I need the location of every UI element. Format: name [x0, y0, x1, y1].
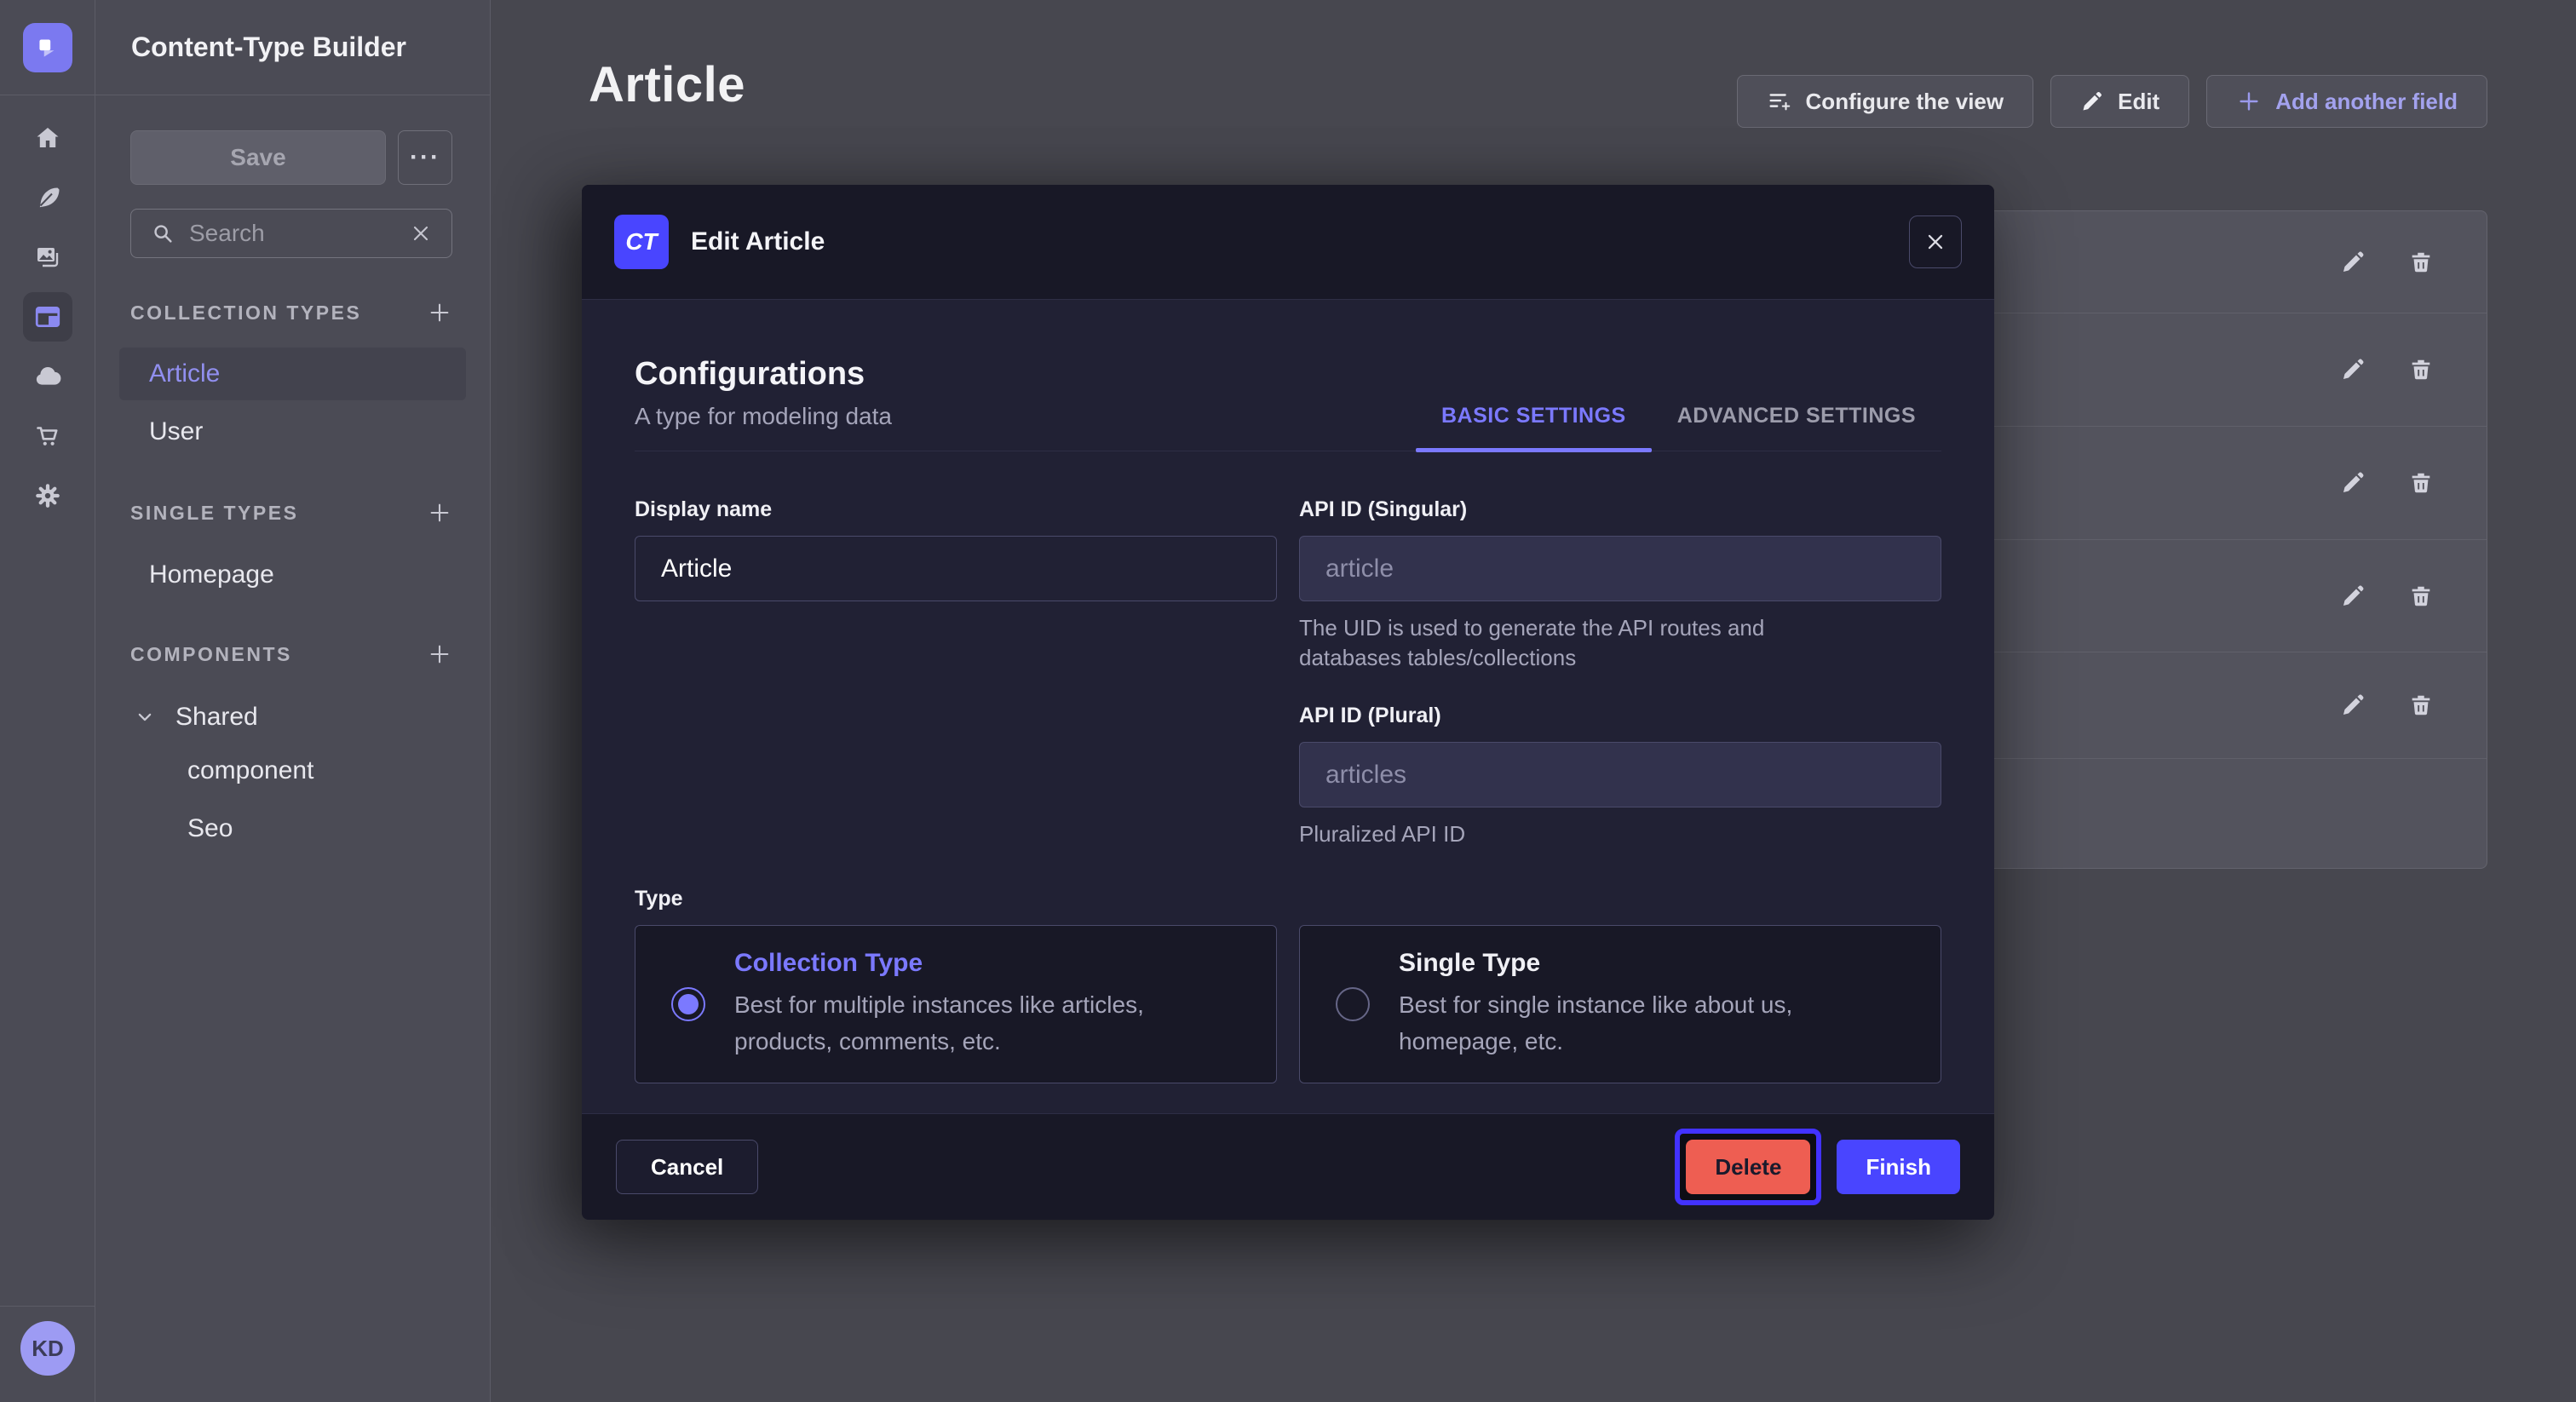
sidebar-item-component[interactable]: component: [119, 744, 466, 797]
close-icon: [1923, 229, 1948, 255]
add-another-field-button[interactable]: Add another field: [2206, 75, 2487, 128]
edit-field-pencil-icon[interactable]: [2338, 582, 2367, 611]
sidebar-group-shared-label: Shared: [175, 703, 258, 732]
tab-advanced-settings[interactable]: ADVANCED SETTINGS: [1652, 404, 1941, 451]
save-button[interactable]: Save: [130, 130, 386, 185]
sidebar-item-homepage[interactable]: Homepage: [119, 549, 466, 601]
delete-field-trash-icon[interactable]: [2406, 355, 2435, 384]
edit-field-pencil-icon[interactable]: [2338, 248, 2367, 277]
collection-type-card[interactable]: Collection Type Best for multiple instan…: [635, 925, 1277, 1083]
add-single-type-icon[interactable]: [427, 500, 452, 526]
app-logo-wrap: [0, 0, 95, 95]
sidebar-item-user[interactable]: User: [119, 405, 466, 458]
single-type-description: Best for single instance like about us, …: [1399, 986, 1876, 1060]
collection-types-heading: COLLECTION TYPES: [130, 302, 361, 325]
delete-field-trash-icon[interactable]: [2406, 248, 2435, 277]
content-type-badge: CT: [614, 215, 669, 269]
api-id-plural-label: API ID (Plural): [1299, 704, 1941, 728]
single-type-card[interactable]: Single Type Best for single instance lik…: [1299, 925, 1941, 1083]
more-options-button[interactable]: ···: [398, 130, 452, 185]
add-another-field-label: Add another field: [2275, 89, 2458, 115]
components-heading: COMPONENTS: [130, 643, 292, 666]
sidebar-group-shared[interactable]: Shared: [119, 691, 466, 744]
radio-unselected[interactable]: [1336, 987, 1370, 1021]
cancel-button[interactable]: Cancel: [616, 1140, 758, 1194]
pencil-icon: [2080, 89, 2104, 113]
type-label: Type: [635, 887, 1941, 911]
modal-footer: Cancel Delete Finish: [582, 1113, 1994, 1220]
single-types-heading: SINGLE TYPES: [130, 502, 298, 525]
clear-search-icon[interactable]: [409, 221, 433, 245]
collection-type-title: Collection Type: [734, 949, 1211, 978]
delete-field-trash-icon[interactable]: [2406, 582, 2435, 611]
nav-rail: KD: [0, 0, 95, 1402]
sidebar-item-seo[interactable]: Seo: [119, 802, 466, 855]
rail-divider: [0, 1306, 95, 1307]
page-title: Article: [589, 56, 745, 113]
chevron-down-icon: [133, 705, 157, 729]
single-type-title: Single Type: [1399, 949, 1876, 978]
settings-tabs: BASIC SETTINGS ADVANCED SETTINGS: [1416, 404, 1941, 451]
edit-button[interactable]: Edit: [2050, 75, 2189, 128]
delete-field-trash-icon[interactable]: [2406, 468, 2435, 497]
feather-icon: [23, 173, 72, 222]
nav-home[interactable]: [0, 108, 95, 168]
sidebar-item-article[interactable]: Article: [119, 348, 466, 400]
add-collection-type-icon[interactable]: [427, 300, 452, 325]
finish-button[interactable]: Finish: [1837, 1140, 1960, 1194]
nav-content-manager[interactable]: [0, 168, 95, 227]
sidebar-search: [130, 209, 452, 258]
nav-marketplace[interactable]: [0, 406, 95, 466]
search-icon: [150, 221, 175, 246]
configure-view-icon: [1767, 89, 1792, 114]
edit-label: Edit: [2118, 89, 2159, 115]
gear-icon: [23, 471, 72, 520]
strapi-logo-icon[interactable]: [23, 23, 72, 72]
configure-view-label: Configure the view: [1806, 89, 2004, 115]
nav-content-type-builder[interactable]: [0, 287, 95, 347]
delete-field-trash-icon[interactable]: [2406, 691, 2435, 720]
search-input[interactable]: [189, 220, 395, 247]
nav-media-library[interactable]: [0, 227, 95, 287]
edit-field-pencil-icon[interactable]: [2338, 468, 2367, 497]
configure-view-button[interactable]: Configure the view: [1737, 75, 2034, 128]
nav-deploy[interactable]: [0, 347, 95, 406]
media-icon: [23, 233, 72, 282]
cloud-icon: [23, 352, 72, 401]
delete-button[interactable]: Delete: [1686, 1140, 1810, 1194]
modal-header: CT Edit Article: [582, 185, 1994, 300]
add-component-icon[interactable]: [427, 641, 452, 667]
configurations-subtitle: A type for modeling data: [635, 403, 892, 430]
api-id-plural-input: [1299, 742, 1941, 807]
edit-field-pencil-icon[interactable]: [2338, 691, 2367, 720]
content-type-builder-icon: [23, 292, 72, 342]
sidebar-title: Content-Type Builder: [95, 0, 490, 95]
display-name-input[interactable]: [635, 536, 1277, 601]
api-id-singular-label: API ID (Singular): [1299, 497, 1941, 522]
cart-icon: [23, 411, 72, 461]
close-button[interactable]: [1909, 215, 1962, 268]
configurations-title: Configurations: [635, 356, 892, 393]
api-id-singular-help: The UID is used to generate the API rout…: [1299, 613, 1844, 673]
sidebar: Content-Type Builder Save ··· COLLECTION…: [95, 0, 491, 1402]
modal-title: Edit Article: [691, 227, 825, 256]
plus-icon: [2236, 89, 2262, 114]
user-avatar[interactable]: KD: [20, 1321, 75, 1376]
api-id-singular-input: [1299, 536, 1941, 601]
api-id-plural-help: Pluralized API ID: [1299, 819, 1941, 849]
collection-type-description: Best for multiple instances like article…: [734, 986, 1211, 1060]
tab-basic-settings[interactable]: BASIC SETTINGS: [1416, 404, 1652, 451]
nav-settings[interactable]: [0, 466, 95, 526]
annotation-highlight-box: Delete: [1675, 1129, 1821, 1205]
display-name-label: Display name: [635, 497, 1277, 522]
modal-body: Configurations A type for modeling data …: [582, 300, 1994, 1113]
rail-nav: [0, 95, 95, 526]
radio-selected[interactable]: [671, 987, 705, 1021]
edit-field-pencil-icon[interactable]: [2338, 355, 2367, 384]
edit-article-modal: CT Edit Article Configurations A type fo…: [582, 185, 1994, 1220]
home-icon: [23, 113, 72, 163]
